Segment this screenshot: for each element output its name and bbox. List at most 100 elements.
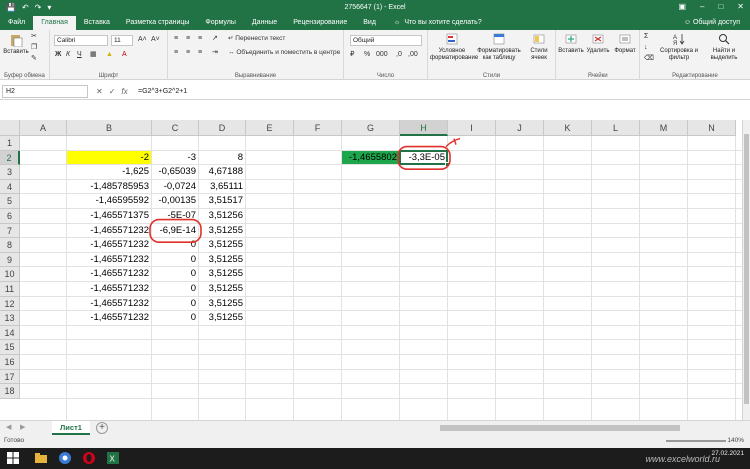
orientation-icon[interactable]: ↗ xyxy=(212,34,218,44)
cell-c7[interactable]: -6,9E-14 xyxy=(152,224,199,238)
format-painter-icon[interactable]: ✎ xyxy=(31,54,37,64)
insert-cells-button[interactable]: Вставить xyxy=(558,32,584,55)
name-box[interactable]: H2 xyxy=(2,85,88,98)
row-header-14[interactable]: 14 xyxy=(0,325,20,341)
column-header-f[interactable]: F xyxy=(294,120,342,136)
column-header-j[interactable]: J xyxy=(496,120,544,136)
cell-b3[interactable]: -1,625 xyxy=(67,165,152,179)
paste-button[interactable]: Вставить xyxy=(3,33,29,56)
maximize-icon[interactable]: □ xyxy=(718,2,723,11)
file-explorer-icon[interactable] xyxy=(34,451,48,465)
cell-c13[interactable]: 0 xyxy=(152,311,199,325)
percent-icon[interactable]: % xyxy=(364,50,370,60)
cell-b11[interactable]: -1,465571232 xyxy=(67,282,152,296)
zoom-slider[interactable] xyxy=(666,440,726,442)
cell-b13[interactable]: -1,465571232 xyxy=(67,311,152,325)
currency-icon[interactable]: ₽ xyxy=(350,50,354,60)
cell-b10[interactable]: -1,465571232 xyxy=(67,267,152,281)
tab-insert[interactable]: Вставка xyxy=(76,16,118,30)
cell-d5[interactable]: 3,51517 xyxy=(199,194,246,208)
cell-b7[interactable]: -1,465571232 xyxy=(67,224,152,238)
tell-me-box[interactable]: ☼ Что вы хотите сделать? xyxy=(384,16,482,30)
fill-handle[interactable] xyxy=(445,162,450,168)
start-icon[interactable] xyxy=(6,451,20,465)
increase-decimal-icon[interactable]: ,0 xyxy=(396,50,402,60)
cell-d11[interactable]: 3,51255 xyxy=(199,282,246,296)
row-header-8[interactable]: 8 xyxy=(0,238,20,253)
format-cells-button[interactable]: Формат xyxy=(612,32,638,55)
cell-c11[interactable]: 0 xyxy=(152,282,199,296)
font-size-select[interactable]: 11 xyxy=(111,35,133,46)
column-header-a[interactable]: A xyxy=(20,120,67,136)
row-header-10[interactable]: 10 xyxy=(0,267,20,282)
column-header-d[interactable]: D xyxy=(199,120,246,136)
ribbon-display-icon[interactable]: ▣ xyxy=(678,2,686,11)
zoom-level[interactable]: 140% xyxy=(727,435,744,447)
cell-c12[interactable]: 0 xyxy=(152,297,199,311)
row-header-7[interactable]: 7 xyxy=(0,223,20,239)
cell-d2[interactable]: 8 xyxy=(199,151,246,165)
cell-c8[interactable]: 0 xyxy=(152,238,199,252)
row-header-13[interactable]: 13 xyxy=(0,311,20,326)
formula-input[interactable]: =G2^3+G2^2+1 xyxy=(136,85,736,98)
enter-formula-icon[interactable]: ✓ xyxy=(109,85,116,98)
align-right-icon[interactable]: ≡ xyxy=(198,48,202,58)
cut-icon[interactable]: ✂ xyxy=(31,32,37,42)
cell-c10[interactable]: 0 xyxy=(152,267,199,281)
tab-page-layout[interactable]: Разметка страницы xyxy=(118,16,198,30)
row-header-17[interactable]: 17 xyxy=(0,369,20,385)
tab-review[interactable]: Рецензирование xyxy=(285,16,355,30)
align-middle-icon[interactable]: ≡ xyxy=(186,34,190,44)
italic-icon[interactable]: К xyxy=(66,50,70,60)
prev-sheet-icon[interactable]: ◀ xyxy=(6,423,11,433)
cell-c3[interactable]: -0,65039 xyxy=(152,165,199,179)
select-all-corner[interactable] xyxy=(0,120,20,136)
add-sheet-icon[interactable]: + xyxy=(96,422,108,434)
align-left-icon[interactable]: ≡ xyxy=(174,48,178,58)
column-header-e[interactable]: E xyxy=(246,120,294,136)
row-header-12[interactable]: 12 xyxy=(0,296,20,312)
share-button[interactable]: ☺ Общий доступ xyxy=(684,16,740,29)
column-header-m[interactable]: M xyxy=(640,120,688,136)
cell-b5[interactable]: -1,46595592 xyxy=(67,194,152,208)
cell-c6[interactable]: -5E-07 xyxy=(152,209,199,223)
excel-taskbar-icon[interactable]: X xyxy=(106,451,120,465)
clear-icon[interactable]: ⌫ xyxy=(644,54,654,64)
vertical-scroll-thumb[interactable] xyxy=(744,134,749,404)
bold-icon[interactable]: Ж xyxy=(55,50,61,60)
align-center-icon[interactable]: ≡ xyxy=(186,48,190,58)
cell-b4[interactable]: -1,485785953 xyxy=(67,180,152,194)
font-name-select[interactable]: Calibri xyxy=(54,35,108,46)
cell-d8[interactable]: 3,51255 xyxy=(199,238,246,252)
cell-g2[interactable]: -1,4655802 xyxy=(342,151,400,165)
minimize-icon[interactable]: – xyxy=(700,2,704,11)
sheet-tab-active[interactable]: Лист1 xyxy=(52,421,90,435)
cell-styles-button[interactable]: Стили ячеек xyxy=(524,32,554,62)
cell-d7[interactable]: 3,51255 xyxy=(199,224,246,238)
grow-font-icon[interactable]: A˄ xyxy=(138,35,147,45)
indent-icon[interactable]: ⇥ xyxy=(212,48,218,58)
cell-b2[interactable]: -2 xyxy=(67,151,152,165)
cell-b6[interactable]: -1,465571375 xyxy=(67,209,152,223)
spreadsheet-grid[interactable]: A B C D E F G H I J K L M N 1 2 3 4 5 6 7 8 9 10 11 12 13 14 15 16 17 1… xyxy=(0,120,742,420)
insert-function-icon[interactable]: fx xyxy=(121,85,127,98)
cell-d13[interactable]: 3,51255 xyxy=(199,311,246,325)
column-header-n[interactable]: N xyxy=(688,120,736,136)
align-bottom-icon[interactable]: ≡ xyxy=(198,34,202,44)
close-icon[interactable]: ✕ xyxy=(737,2,744,11)
row-header-1[interactable]: 1 xyxy=(0,136,20,151)
align-top-icon[interactable]: ≡ xyxy=(174,34,178,44)
conditional-formatting-button[interactable]: Условное форматирование xyxy=(430,32,478,62)
column-header-c[interactable]: C xyxy=(152,120,199,136)
cell-d12[interactable]: 3,51255 xyxy=(199,297,246,311)
row-header-6[interactable]: 6 xyxy=(0,209,20,224)
fill-icon[interactable]: ↓ xyxy=(644,43,648,53)
cell-c4[interactable]: -0,0724 xyxy=(152,180,199,194)
font-color-icon[interactable]: A xyxy=(122,50,127,60)
borders-icon[interactable]: ▦ xyxy=(90,50,97,60)
autosum-icon[interactable]: Σ xyxy=(644,32,648,42)
tab-view[interactable]: Вид xyxy=(355,16,384,30)
cell-d6[interactable]: 3,51256 xyxy=(199,209,246,223)
opera-icon[interactable] xyxy=(82,451,96,465)
horizontal-scroll-thumb[interactable] xyxy=(440,425,680,431)
